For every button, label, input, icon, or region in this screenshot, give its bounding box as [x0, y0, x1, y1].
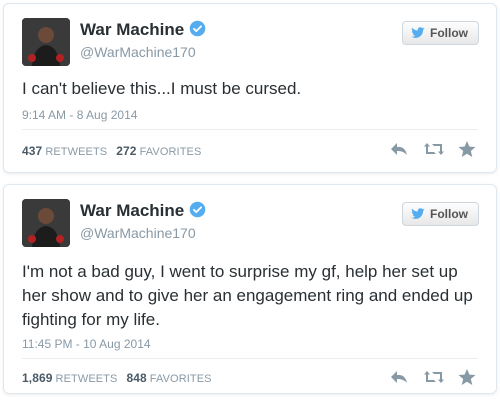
reply-icon[interactable] [389, 368, 409, 386]
retweet-count[interactable]: 1,869 [22, 371, 53, 385]
tweet-text: I'm not a bad guy, I went to surprise my… [22, 262, 473, 329]
tweet-timestamp[interactable]: 11:45 PM - 10 Aug 2014 [22, 337, 151, 351]
tweet-text: I can't believe this...I must be cursed. [22, 79, 302, 98]
tweet-card: War Machine @WarMachine170 Follow I can'… [3, 3, 497, 173]
retweet-count[interactable]: 437 [22, 144, 42, 158]
star-icon[interactable] [457, 140, 477, 158]
user-name-text: War Machine [80, 201, 185, 220]
reply-icon[interactable] [389, 140, 409, 158]
twitter-bird-icon [411, 27, 425, 38]
verified-badge-icon [189, 201, 206, 218]
retweets-label: RETWEETS [45, 146, 108, 158]
user-handle[interactable]: @WarMachine170 [80, 44, 196, 60]
user-name-text: War Machine [80, 20, 185, 39]
divider [22, 129, 478, 130]
user-name[interactable]: War Machine [80, 20, 206, 40]
tweet-stats: 1,869 RETWEETS 848 FAVORITES [22, 371, 221, 385]
tweet-card: War Machine @WarMachine170 Follow I'm no… [3, 184, 497, 394]
verified-badge-icon [189, 20, 206, 37]
follow-button[interactable]: Follow [402, 21, 479, 45]
tweet-stats: 437 RETWEETS 272 FAVORITES [22, 144, 210, 158]
favorite-count[interactable]: 272 [116, 144, 136, 158]
favorites-label: FAVORITES [149, 373, 212, 385]
twitter-bird-icon [411, 208, 425, 219]
favorites-label: FAVORITES [139, 146, 202, 158]
avatar[interactable] [22, 199, 70, 247]
follow-button[interactable]: Follow [402, 202, 479, 226]
retweets-label: RETWEETS [55, 373, 118, 385]
tweet-timestamp[interactable]: 9:14 AM - 8 Aug 2014 [22, 108, 137, 122]
user-handle[interactable]: @WarMachine170 [80, 225, 196, 241]
retweet-icon[interactable] [423, 140, 444, 158]
follow-label: Follow [430, 207, 468, 221]
tweet-actions [389, 140, 477, 158]
follow-label: Follow [430, 26, 468, 40]
user-name[interactable]: War Machine [80, 201, 206, 221]
star-icon[interactable] [457, 368, 477, 386]
divider [22, 358, 478, 359]
tweet-actions [389, 368, 477, 386]
favorite-count[interactable]: 848 [126, 371, 146, 385]
retweet-icon[interactable] [423, 368, 444, 386]
avatar[interactable] [22, 18, 70, 66]
